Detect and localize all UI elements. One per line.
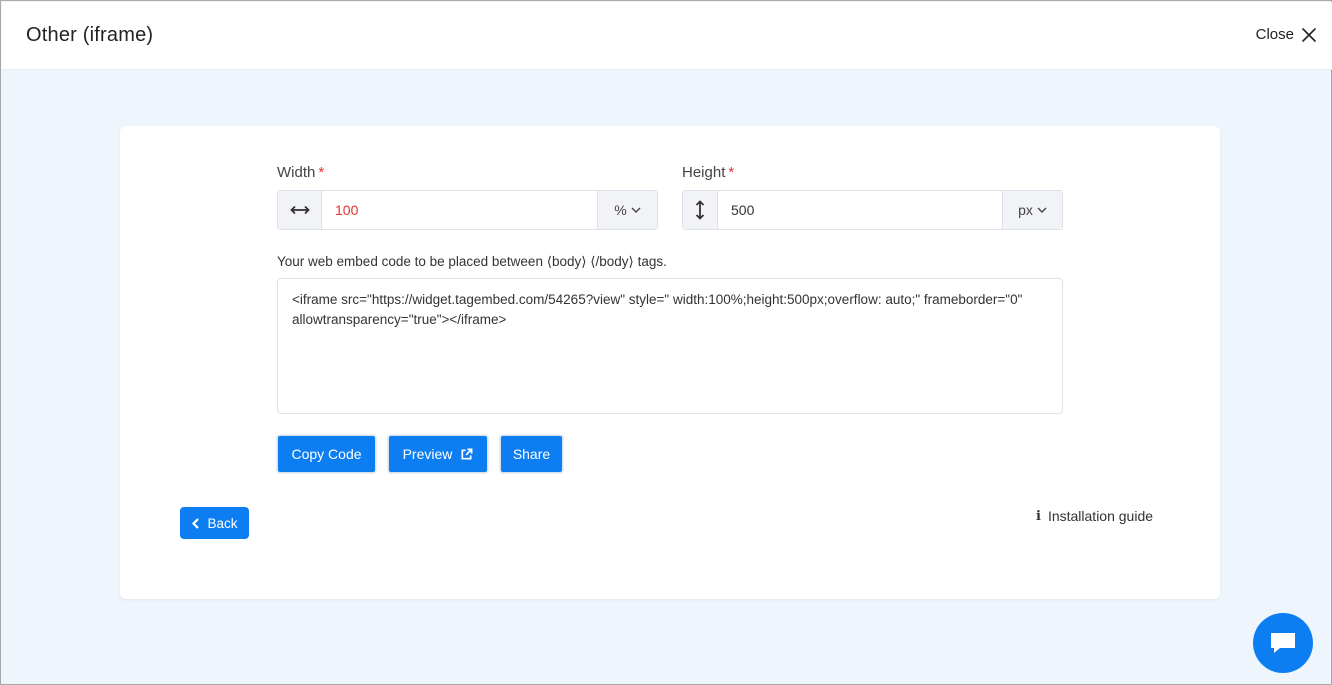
modal-title: Other (iframe): [26, 24, 154, 46]
height-label: Height *: [682, 164, 735, 181]
chevron-left-icon: [192, 517, 200, 529]
horizontal-arrows-icon: [278, 191, 322, 229]
embed-card: Width* % Height*: [120, 126, 1220, 599]
back-label: Back: [207, 515, 238, 531]
vertical-arrows-icon: [683, 191, 718, 229]
height-unit-select[interactable]: px: [1002, 191, 1062, 229]
height-input-group: px: [682, 190, 1063, 230]
chevron-down-icon: [1037, 207, 1047, 213]
back-button[interactable]: Back: [180, 507, 249, 539]
width-unit-select[interactable]: %: [597, 191, 657, 229]
app-frame: Other (iframe) Close Width* %: [0, 0, 1332, 685]
width-label: Width *: [277, 164, 325, 181]
embed-code-label: Your web embed code to be placed between…: [277, 254, 667, 269]
info-icon: i: [1036, 508, 1041, 524]
copy-code-label: Copy Code: [291, 446, 362, 462]
width-input[interactable]: [322, 191, 597, 229]
width-unit-value: %: [614, 202, 627, 218]
height-input[interactable]: [718, 191, 1002, 229]
close-icon: [1302, 27, 1316, 42]
close-label: Close: [1255, 26, 1294, 43]
share-label: Share: [512, 446, 551, 462]
preview-label: Preview: [402, 446, 453, 462]
embed-code-textarea[interactable]: <iframe src="https://widget.tagembed.com…: [277, 278, 1063, 414]
chat-button[interactable]: [1253, 613, 1313, 673]
height-unit-value: px: [1018, 202, 1033, 218]
modal-header: Other (iframe) Close: [2, 2, 1332, 70]
installation-guide-label: Installation guide: [1047, 508, 1154, 524]
height-required-mark: *: [728, 164, 735, 181]
copy-code-button[interactable]: Copy Code: [277, 435, 376, 473]
close-button[interactable]: Close: [1256, 26, 1316, 43]
share-button[interactable]: Share: [500, 435, 563, 473]
width-input-group: %: [277, 190, 658, 230]
chat-bubble-icon: [1271, 633, 1295, 653]
installation-guide-link[interactable]: i Installation guide: [1036, 508, 1153, 524]
preview-button[interactable]: Preview: [388, 435, 488, 473]
width-required-mark: *: [318, 164, 325, 181]
external-link-icon: [461, 448, 473, 460]
chevron-down-icon: [631, 207, 641, 213]
